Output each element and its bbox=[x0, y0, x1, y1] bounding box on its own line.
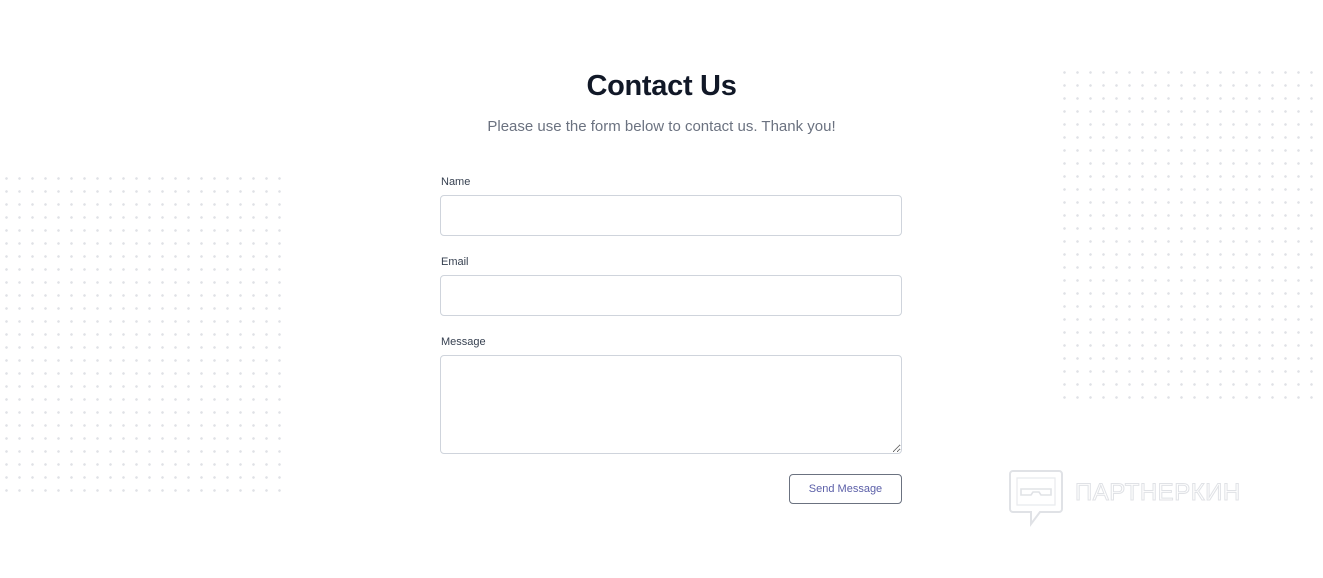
dot-pattern-left bbox=[0, 172, 284, 502]
form-actions: Send Message bbox=[440, 474, 902, 504]
message-textarea[interactable] bbox=[440, 355, 902, 454]
dot-pattern-right bbox=[1058, 66, 1323, 400]
watermark: ПАРТНЕРКИН bbox=[1009, 469, 1279, 527]
page-title: Contact Us bbox=[586, 70, 737, 102]
message-label: Message bbox=[441, 336, 486, 348]
send-message-button[interactable]: Send Message bbox=[789, 474, 902, 504]
contact-form: Name Email Message Send Message bbox=[440, 176, 902, 504]
contact-page: Contact Us Please use the form below to … bbox=[0, 0, 1323, 578]
name-input[interactable] bbox=[440, 195, 902, 236]
name-label: Name bbox=[441, 176, 471, 188]
page-subtitle: Please use the form below to contact us.… bbox=[487, 118, 836, 135]
speech-bubble-mask-icon bbox=[1009, 470, 1063, 527]
watermark-text: ПАРТНЕРКИН bbox=[1075, 479, 1241, 507]
email-label: Email bbox=[441, 256, 469, 268]
email-input[interactable] bbox=[440, 275, 902, 316]
